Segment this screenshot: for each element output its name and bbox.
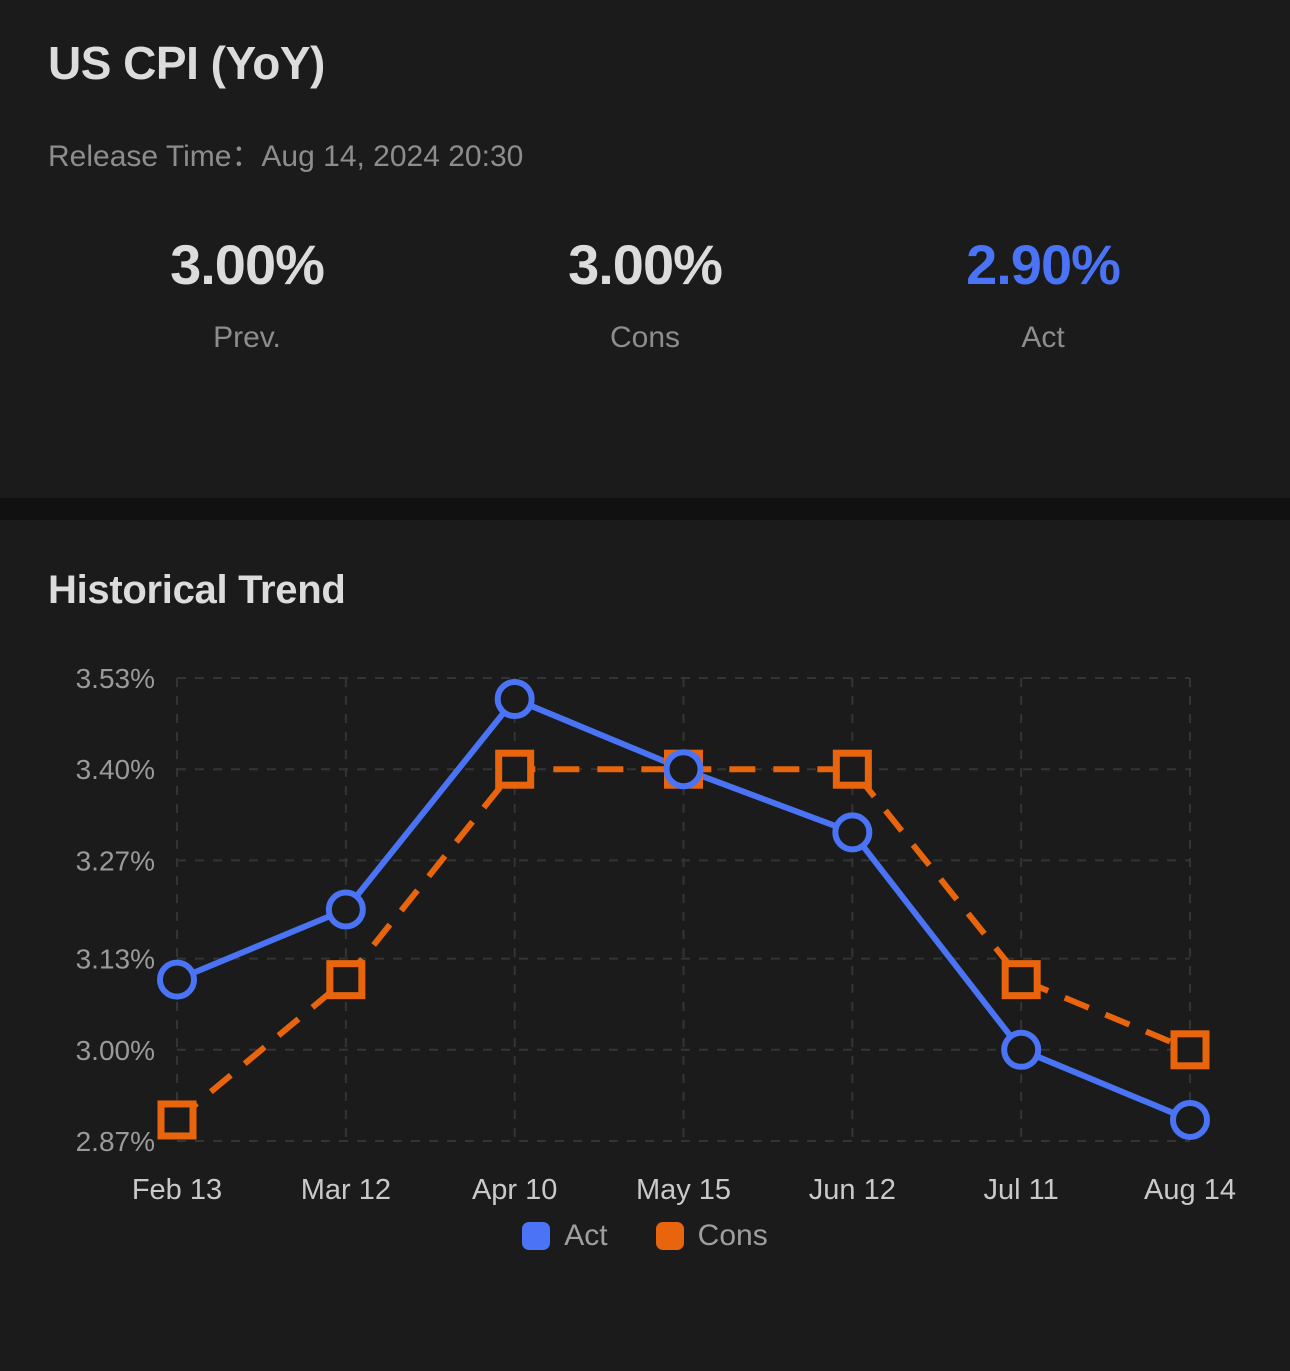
legend-item-act[interactable]: Act xyxy=(522,1219,608,1253)
legend-item-cons[interactable]: Cons xyxy=(655,1219,768,1253)
y-axis-tick-label: 3.00% xyxy=(76,1035,155,1066)
series-line-cons xyxy=(175,766,1192,1123)
section-title: Historical Trend xyxy=(48,568,346,612)
data-point-act[interactable] xyxy=(1170,1099,1210,1140)
y-axis-tick-label: 3.27% xyxy=(76,845,155,876)
stat-cons-label: Cons xyxy=(609,320,681,354)
y-axis-tick-label: 3.40% xyxy=(76,754,155,785)
data-point-cons[interactable] xyxy=(1170,1030,1210,1070)
stat-cons: 3.00% Cons xyxy=(446,232,844,355)
legend-swatch-act xyxy=(522,1222,551,1250)
x-axis-tick-label: Feb 13 xyxy=(132,1174,222,1206)
x-axis-tick-label: Mar 12 xyxy=(301,1174,391,1206)
legend-label-act: Act xyxy=(564,1219,608,1252)
release-time-label: Release Time： xyxy=(48,139,262,173)
page-title: US CPI (YoY) xyxy=(48,37,325,89)
section-divider xyxy=(0,498,1290,520)
event-summary-card: US CPI (YoY) Release Time：Aug 14, 2024 2… xyxy=(0,0,1290,498)
data-point-act[interactable] xyxy=(663,749,704,790)
legend-swatch-cons xyxy=(655,1222,684,1250)
data-point-act[interactable] xyxy=(157,959,197,1000)
data-point-cons[interactable] xyxy=(1001,960,1041,1000)
data-point-act[interactable] xyxy=(494,679,535,720)
x-axis-tick-label: Apr 10 xyxy=(472,1174,557,1206)
historical-trend-card: Historical Trend 3.53% 3.40% 3.27% 3.13% 3.0… xyxy=(0,520,1290,1371)
y-axis-tick-label: 2.87% xyxy=(76,1126,155,1157)
data-point-act[interactable] xyxy=(1001,1029,1042,1070)
stat-act-label: Act xyxy=(1021,320,1065,354)
legend-label-cons: Cons xyxy=(697,1219,768,1252)
stat-cons-value: 3.00% xyxy=(568,232,723,296)
y-axis-tick-label: 3.13% xyxy=(76,944,155,975)
chart-legend: Act Cons xyxy=(0,1219,1290,1253)
x-axis-tick-label: Jun 12 xyxy=(809,1174,896,1206)
release-time-row: Release Time：Aug 14, 2024 20:30 xyxy=(48,131,1242,175)
x-axis-tick-label: May 15 xyxy=(636,1174,731,1206)
data-point-act[interactable] xyxy=(832,812,873,853)
stat-prev-value: 3.00% xyxy=(170,232,325,296)
data-point-act[interactable] xyxy=(325,889,366,930)
data-point-cons[interactable] xyxy=(157,1100,197,1140)
historical-trend-chart: 3.53% 3.40% 3.27% 3.13% 3.00% 2.87% Feb 13 Mar … xyxy=(0,659,1290,1279)
stat-act-value: 2.90% xyxy=(966,232,1121,296)
data-point-cons[interactable] xyxy=(326,960,366,1000)
stats-row: 3.00% Prev. 3.00% Cons 2.90% Act xyxy=(48,232,1242,355)
release-time-value: Aug 14, 2024 20:30 xyxy=(261,139,524,173)
stat-act: 2.90% Act xyxy=(844,232,1242,355)
stat-prev-label: Prev. xyxy=(213,320,281,354)
data-point-cons[interactable] xyxy=(495,749,535,789)
stat-prev: 3.00% Prev. xyxy=(48,232,446,355)
x-axis-tick-label: Aug 14 xyxy=(1144,1174,1236,1206)
y-axis-tick-label: 3.53% xyxy=(76,663,155,694)
data-point-cons[interactable] xyxy=(832,749,872,789)
trend-line-chart[interactable]: 3.53% 3.40% 3.27% 3.13% 3.00% 2.87% Feb 13 Mar … xyxy=(0,659,1290,1219)
x-axis-tick-label: Jul 11 xyxy=(984,1174,1059,1206)
